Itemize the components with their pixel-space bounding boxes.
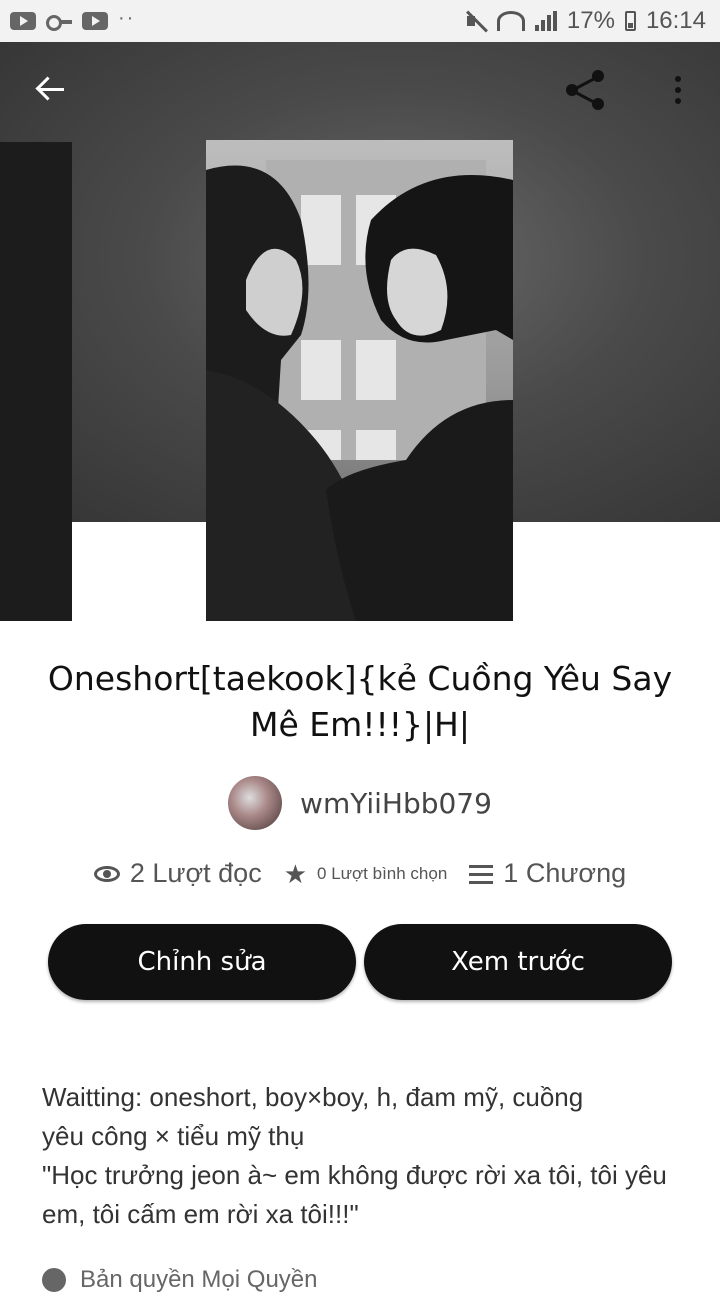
story-title: Oneshort[taekook]{kẻ Cuồng Yêu Say Mê Em… bbox=[47, 659, 673, 744]
back-arrow-icon bbox=[36, 76, 64, 104]
description-line: yêu công × tiểu mỹ thụ bbox=[42, 1121, 305, 1151]
previous-cover-peek[interactable] bbox=[0, 142, 72, 621]
status-left: ·· bbox=[10, 7, 135, 31]
star-icon: ★ bbox=[283, 858, 308, 889]
status-right: 17% 16:14 bbox=[465, 7, 706, 35]
more-notifications-icon: ·· bbox=[118, 6, 136, 29]
copyright-row: Bản quyền Mọi Quyền bbox=[42, 1266, 317, 1294]
status-bar: ·· 17% 16:14 bbox=[0, 0, 720, 42]
description-line: Waitting: oneshort, boy×boy, h, đam mỹ, … bbox=[42, 1082, 584, 1112]
reads-stat: 2 Lượt đọc bbox=[93, 858, 262, 889]
back-button[interactable] bbox=[22, 62, 78, 118]
avatar[interactable] bbox=[228, 776, 283, 830]
share-button[interactable] bbox=[558, 62, 614, 118]
more-options-button[interactable] bbox=[650, 62, 706, 118]
author-row[interactable]: wmYiiHbb079 bbox=[0, 776, 720, 830]
votes-stat: ★ 0 Lượt bình chọn bbox=[284, 861, 448, 887]
clock: 16:14 bbox=[645, 7, 706, 34]
story-cover-image[interactable] bbox=[206, 140, 513, 621]
more-icon bbox=[675, 76, 681, 104]
signal-icon bbox=[534, 11, 557, 31]
share-icon bbox=[564, 68, 608, 112]
reads-count: 2 Lượt đọc bbox=[129, 858, 262, 888]
copyright-icon bbox=[42, 1268, 66, 1292]
battery-icon bbox=[624, 11, 636, 31]
description-line: "Học trưởng jeon à~ em không được rời xa… bbox=[42, 1160, 667, 1229]
edit-button[interactable]: Chỉnh sửa bbox=[48, 924, 356, 1000]
wifi-icon bbox=[496, 11, 525, 31]
youtube-icon bbox=[10, 12, 36, 30]
parts-stat: 1 Chương bbox=[469, 858, 626, 889]
parts-count: 1 Chương bbox=[503, 858, 627, 888]
copyright-label: Bản quyền Mọi Quyền bbox=[80, 1266, 318, 1293]
author-name[interactable]: wmYiiHbb079 bbox=[300, 787, 492, 820]
preview-button[interactable]: Xem trước bbox=[364, 924, 672, 1000]
action-buttons: Chỉnh sửa Xem trước bbox=[48, 924, 672, 1000]
mute-icon bbox=[465, 10, 487, 32]
youtube-icon bbox=[82, 12, 108, 30]
cover-artwork bbox=[206, 140, 513, 621]
story-stats: 2 Lượt đọc ★ 0 Lượt bình chọn 1 Chương bbox=[0, 858, 720, 889]
key-icon bbox=[46, 12, 72, 31]
battery-percent: 17% bbox=[566, 7, 615, 34]
votes-count: 0 Lượt bình chọn bbox=[317, 863, 448, 883]
story-description: Waitting: oneshort, boy×boy, h, đam mỹ, … bbox=[42, 1078, 682, 1234]
eye-icon bbox=[93, 865, 120, 882]
list-icon bbox=[469, 864, 494, 884]
